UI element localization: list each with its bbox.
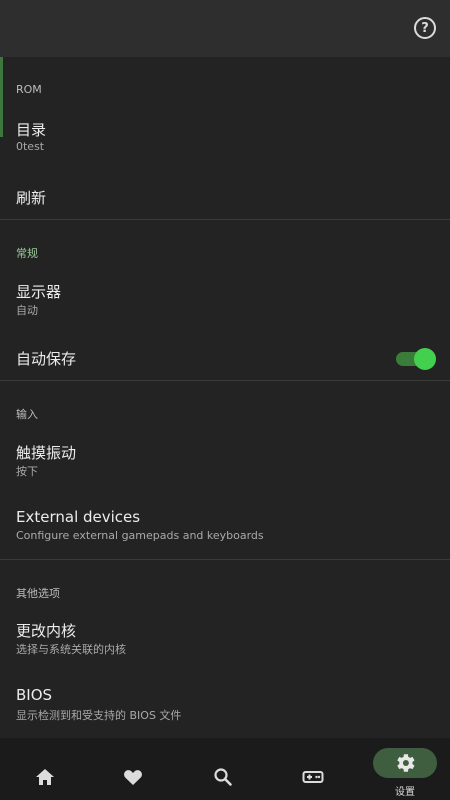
setting-haptics-subtitle: 按下 bbox=[16, 465, 38, 478]
setting-autosave[interactable]: 自动保存 bbox=[0, 339, 450, 379]
toggle-knob bbox=[414, 348, 436, 370]
setting-haptics[interactable]: 触摸振动 按下 bbox=[0, 434, 450, 482]
settings-list: ROM 目录 0test 刷新 常规 显示器 自动 自动保存 输入 触摸振动 按… bbox=[0, 57, 450, 738]
setting-change-core[interactable]: 更改内核 选择与系统关联的内核 bbox=[0, 612, 450, 660]
setting-display-subtitle: 自动 bbox=[16, 304, 38, 317]
heart-icon bbox=[124, 770, 142, 785]
setting-haptics-title: 触摸振动 bbox=[16, 444, 77, 462]
section-header-other: 其他选项 bbox=[16, 587, 60, 600]
divider bbox=[0, 380, 450, 381]
nav-favorites[interactable] bbox=[88, 738, 178, 800]
section-header-general: 常规 bbox=[16, 247, 38, 260]
nav-settings[interactable]: 设置 bbox=[360, 738, 450, 800]
bottom-navigation: 设置 bbox=[0, 738, 450, 800]
setting-core-subtitle: 选择与系统关联的内核 bbox=[16, 643, 126, 656]
setting-directory-title: 目录 bbox=[16, 121, 47, 139]
setting-refresh-title: 刷新 bbox=[16, 189, 47, 207]
setting-refresh[interactable]: 刷新 bbox=[0, 177, 450, 217]
section-header-input: 输入 bbox=[16, 408, 38, 421]
divider bbox=[0, 559, 450, 560]
top-app-bar: ? bbox=[0, 0, 450, 57]
setting-display[interactable]: 显示器 自动 bbox=[0, 273, 450, 321]
setting-external-subtitle: Configure external gamepads and keyboard… bbox=[16, 529, 264, 542]
setting-display-title: 显示器 bbox=[16, 283, 62, 301]
setting-external-title: External devices bbox=[16, 508, 141, 526]
setting-bios[interactable]: BIOS 显示检测到和受支持的 BIOS 文件 bbox=[0, 678, 450, 726]
autosave-toggle[interactable] bbox=[396, 348, 436, 370]
nav-search[interactable] bbox=[178, 738, 268, 800]
search-icon bbox=[214, 768, 232, 786]
setting-bios-title: BIOS bbox=[16, 686, 53, 704]
setting-core-title: 更改内核 bbox=[16, 622, 77, 640]
setting-autosave-title: 自动保存 bbox=[16, 350, 77, 368]
setting-external-devices[interactable]: External devices Configure external game… bbox=[0, 500, 450, 548]
nav-systems[interactable] bbox=[268, 738, 358, 800]
gamepad-icon bbox=[302, 771, 324, 783]
setting-directory-subtitle: 0test bbox=[16, 140, 45, 153]
help-circle-icon[interactable]: ? bbox=[414, 17, 436, 39]
divider bbox=[0, 219, 450, 220]
home-icon bbox=[36, 769, 54, 785]
setting-bios-subtitle: 显示检测到和受支持的 BIOS 文件 bbox=[16, 709, 182, 722]
section-header-rom: ROM bbox=[16, 83, 42, 96]
nav-settings-label: 设置 bbox=[395, 787, 415, 798]
settings-screen: ? ROM 目录 0test 刷新 常规 显示器 自动 自动保存 输入 触摸振动… bbox=[0, 0, 450, 800]
setting-directory[interactable]: 目录 0test bbox=[0, 111, 450, 159]
gear-icon bbox=[397, 754, 415, 772]
nav-home[interactable] bbox=[0, 738, 90, 800]
